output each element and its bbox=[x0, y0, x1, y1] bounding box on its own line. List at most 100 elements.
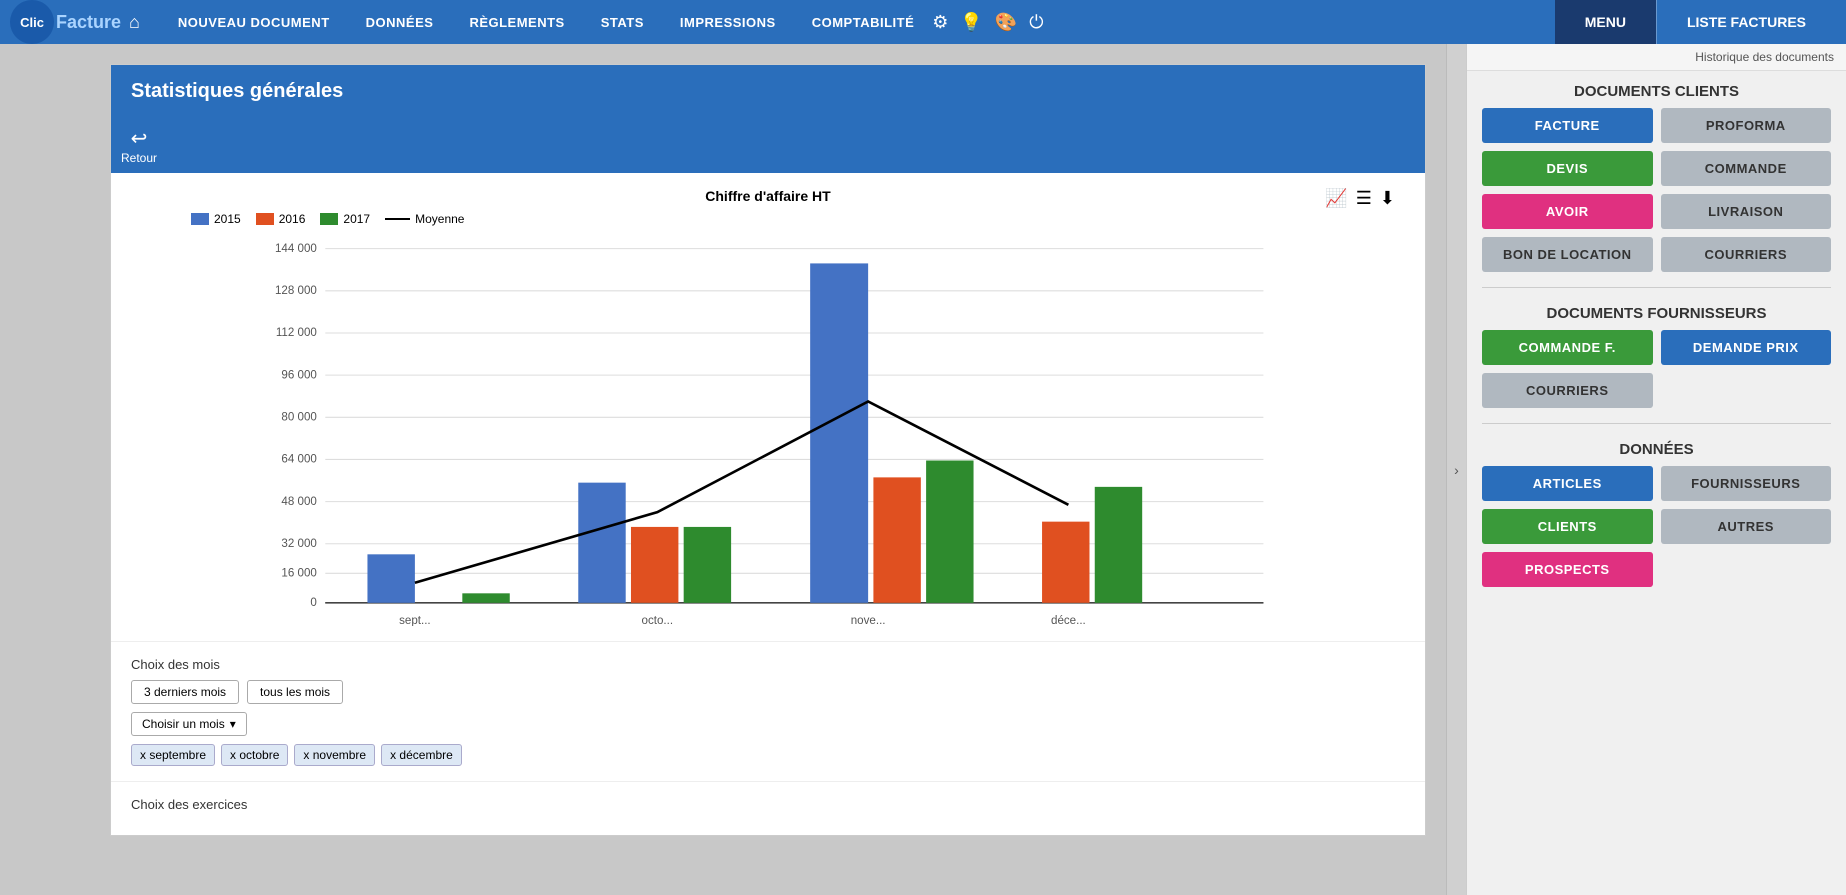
chart-list-icon[interactable]: ☰ bbox=[1356, 188, 1372, 209]
nav-items: NOUVEAU DOCUMENT DONNÉES RÈGLEMENTS STAT… bbox=[160, 0, 1555, 44]
tag-novembre[interactable]: x novembre bbox=[294, 744, 375, 766]
legend-moyenne: Moyenne bbox=[385, 212, 464, 226]
btn-commande[interactable]: COMMANDE bbox=[1661, 151, 1832, 186]
docs-fournisseurs-grid: COMMANDE F. DEMANDE PRIX COURRIERS bbox=[1467, 330, 1846, 418]
docs-fournisseurs-title: DOCUMENTS FOURNISSEURS bbox=[1467, 293, 1846, 330]
btn-demande-prix[interactable]: DEMANDE PRIX bbox=[1661, 330, 1832, 365]
sidebar-breadcrumb: Historique des documents bbox=[1467, 44, 1846, 71]
logo-circle: Clic bbox=[10, 0, 54, 44]
btn-fournisseurs[interactable]: FOURNISSEURS bbox=[1661, 466, 1832, 501]
svg-text:sept...: sept... bbox=[399, 615, 431, 626]
btn-facture[interactable]: FACTURE bbox=[1482, 108, 1653, 143]
legend-2015: 2015 bbox=[191, 212, 241, 226]
collapse-handle[interactable]: › bbox=[1446, 44, 1466, 895]
home-icon[interactable]: ⌂ bbox=[129, 12, 140, 33]
liste-factures-button[interactable]: LISTE FACTURES bbox=[1656, 0, 1836, 44]
btn-avoir[interactable]: AVOIR bbox=[1482, 194, 1653, 229]
legend-label-2015: 2015 bbox=[214, 212, 241, 226]
bar-sept-2015 bbox=[367, 554, 414, 602]
svg-text:déce...: déce... bbox=[1051, 615, 1086, 626]
collapse-arrow-icon: › bbox=[1454, 462, 1459, 478]
logo-clic: Clic bbox=[20, 15, 44, 30]
month-choices-buttons: 3 derniers mois tous les mois bbox=[131, 680, 1405, 704]
svg-text:octo...: octo... bbox=[642, 615, 674, 626]
legend-label-2016: 2016 bbox=[279, 212, 306, 226]
right-sidebar: Historique des documents DOCUMENTS CLIEN… bbox=[1466, 44, 1846, 895]
bulb-icon[interactable]: 💡 bbox=[960, 12, 982, 33]
btn-autres[interactable]: AUTRES bbox=[1661, 509, 1832, 544]
power-icon[interactable]: ⏻ bbox=[1029, 12, 1043, 33]
svg-text:nove...: nove... bbox=[851, 615, 886, 626]
btn-3-derniers-mois[interactable]: 3 derniers mois bbox=[131, 680, 239, 704]
month-choices-section: Choix des mois 3 derniers mois tous les … bbox=[111, 641, 1425, 781]
bar-octo-2016 bbox=[631, 527, 678, 603]
btn-articles[interactable]: ARTICLES bbox=[1482, 466, 1653, 501]
palette-icon[interactable]: 🎨 bbox=[995, 12, 1017, 33]
retour-label: Retour bbox=[121, 151, 157, 165]
svg-text:48 000: 48 000 bbox=[281, 496, 316, 508]
month-choices-label: Choix des mois bbox=[131, 657, 1405, 672]
btn-commande-f[interactable]: COMMANDE F. bbox=[1482, 330, 1653, 365]
month-dropdown[interactable]: Choisir un mois ▾ bbox=[131, 712, 247, 736]
bar-dece-2016 bbox=[1042, 522, 1089, 603]
legend-color-2015 bbox=[191, 213, 209, 225]
nav-impressions[interactable]: IMPRESSIONS bbox=[662, 0, 794, 44]
chart-area: Chiffre d'affaire HT 2015 2016 bbox=[111, 173, 1425, 641]
chart-line-icon[interactable]: 📈 bbox=[1325, 188, 1347, 209]
logo-text: Facture bbox=[56, 12, 121, 33]
bar-octo-2015 bbox=[578, 483, 625, 603]
btn-tous-les-mois[interactable]: tous les mois bbox=[247, 680, 343, 704]
exercises-section: Choix des exercices bbox=[111, 781, 1425, 835]
tag-septembre[interactable]: x septembre bbox=[131, 744, 215, 766]
main-panel: Statistiques générales ↩ Retour Chiffre … bbox=[110, 64, 1426, 836]
page-title: Statistiques générales bbox=[131, 80, 343, 102]
menu-button[interactable]: MENU bbox=[1555, 0, 1656, 44]
btn-livraison[interactable]: LIVRAISON bbox=[1661, 194, 1832, 229]
btn-courriers-fournisseurs[interactable]: COURRIERS bbox=[1482, 373, 1653, 408]
svg-text:80 000: 80 000 bbox=[281, 411, 316, 423]
svg-text:32 000: 32 000 bbox=[281, 538, 316, 550]
nav-comptabilite[interactable]: COMPTABILITÉ bbox=[794, 0, 933, 44]
btn-clients[interactable]: CLIENTS bbox=[1482, 509, 1653, 544]
tag-decembre[interactable]: x décembre bbox=[381, 744, 462, 766]
main-layout: Statistiques générales ↩ Retour Chiffre … bbox=[0, 44, 1846, 895]
retour-button[interactable]: ↩ Retour bbox=[121, 126, 157, 165]
bar-dece-2017 bbox=[1095, 487, 1142, 603]
top-nav: Clic Facture ⌂ NOUVEAU DOCUMENT DONNÉES … bbox=[0, 0, 1846, 44]
legend-2017: 2017 bbox=[320, 212, 370, 226]
nav-right: MENU LISTE FACTURES bbox=[1555, 0, 1836, 44]
chart-download-icon[interactable]: ⬇ bbox=[1380, 188, 1395, 209]
nav-nouveau-document[interactable]: NOUVEAU DOCUMENT bbox=[160, 0, 348, 44]
bar-nove-2015 bbox=[810, 263, 868, 602]
btn-proforma[interactable]: PROFORMA bbox=[1661, 108, 1832, 143]
panel-header: Statistiques générales bbox=[111, 65, 1425, 118]
btn-courriers-clients[interactable]: COURRIERS bbox=[1661, 237, 1832, 272]
legend-2016: 2016 bbox=[256, 212, 306, 226]
donnees-grid: ARTICLES FOURNISSEURS CLIENTS AUTRES PRO… bbox=[1467, 466, 1846, 597]
chart-wrapper: 144 000 128 000 112 000 96 000 80 000 64… bbox=[131, 236, 1405, 626]
nav-reglements[interactable]: RÈGLEMENTS bbox=[451, 0, 582, 44]
legend-label-moyenne: Moyenne bbox=[415, 212, 464, 226]
docs-clients-title: DOCUMENTS CLIENTS bbox=[1467, 71, 1846, 108]
divider-2 bbox=[1482, 423, 1831, 424]
chart-svg: 144 000 128 000 112 000 96 000 80 000 64… bbox=[131, 236, 1405, 626]
bar-sept-2017 bbox=[462, 593, 509, 602]
left-content: Statistiques générales ↩ Retour Chiffre … bbox=[0, 44, 1446, 895]
chart-title: Chiffre d'affaire HT bbox=[131, 188, 1405, 204]
svg-text:112 000: 112 000 bbox=[276, 327, 317, 339]
nav-icons: ⚙ 💡 🎨 ⏻ bbox=[932, 12, 1043, 33]
nav-donnees[interactable]: DONNÉES bbox=[348, 0, 452, 44]
bar-nove-2017 bbox=[926, 461, 973, 603]
retour-arrow-icon: ↩ bbox=[131, 126, 148, 151]
btn-bon-de-location[interactable]: BON DE LOCATION bbox=[1482, 237, 1653, 272]
nav-stats[interactable]: STATS bbox=[583, 0, 662, 44]
btn-devis[interactable]: DEVIS bbox=[1482, 151, 1653, 186]
month-dropdown-label: Choisir un mois bbox=[142, 717, 225, 731]
logo-area: Clic Facture ⌂ bbox=[10, 0, 140, 44]
settings-icon[interactable]: ⚙ bbox=[932, 12, 948, 33]
docs-clients-grid: FACTURE PROFORMA DEVIS COMMANDE AVOIR LI… bbox=[1467, 108, 1846, 282]
month-tags: x septembre x octobre x novembre x décem… bbox=[131, 744, 1405, 766]
svg-text:144 000: 144 000 bbox=[275, 243, 317, 255]
btn-prospects[interactable]: PROSPECTS bbox=[1482, 552, 1653, 587]
tag-octobre[interactable]: x octobre bbox=[221, 744, 288, 766]
